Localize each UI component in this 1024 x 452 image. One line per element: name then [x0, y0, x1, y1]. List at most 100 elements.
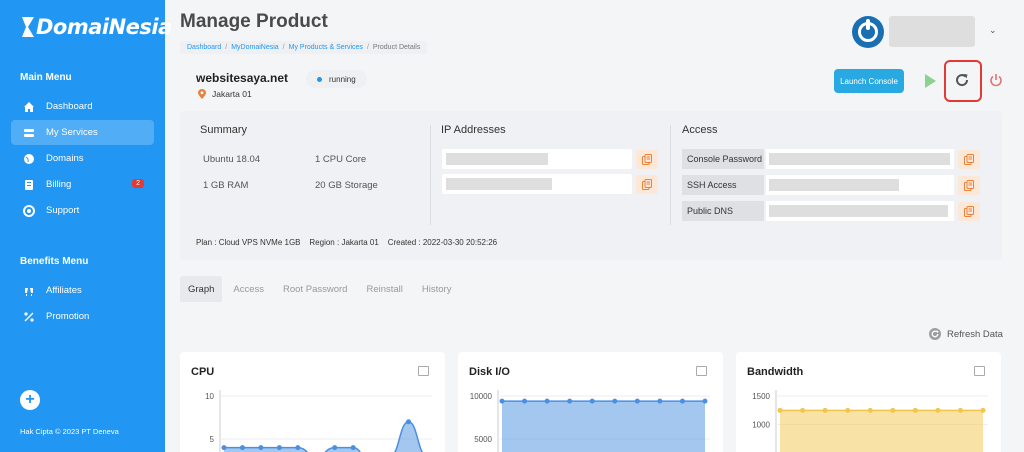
sidebar-item-promotion[interactable]: Promotion	[11, 304, 154, 329]
data-point	[845, 407, 851, 413]
data-point	[295, 445, 301, 451]
console-password-value[interactable]	[766, 149, 954, 169]
data-point	[777, 407, 783, 413]
sidebar-item-label: Affiliates	[46, 285, 82, 296]
avatar[interactable]	[852, 16, 884, 48]
tab-access[interactable]: Access	[225, 276, 272, 302]
copy-ip-button[interactable]	[636, 175, 658, 194]
plan-value: Cloud VPS NVMe 1GB	[218, 238, 301, 247]
ip-address-redacted	[446, 153, 548, 165]
tab-reinstall[interactable]: Reinstall	[358, 276, 410, 302]
copy-icon	[964, 206, 974, 217]
copy-icon	[964, 180, 974, 191]
copy-icon	[964, 154, 974, 165]
chart-title: CPU	[191, 366, 215, 378]
data-point	[567, 398, 573, 404]
add-button[interactable]: +	[20, 390, 40, 410]
breadcrumb-mydomainesia[interactable]: MyDomaiNesia	[231, 44, 278, 51]
sidebar-item-label: Domains	[46, 153, 84, 164]
cpu-chart-card: CPU 10 5	[180, 352, 445, 452]
chevron-down-icon[interactable]: ⌄	[989, 25, 997, 36]
tab-root-password[interactable]: Root Password	[275, 276, 355, 302]
breadcrumb-products-services[interactable]: My Products & Services	[289, 44, 363, 51]
plan-details: Plan : Cloud VPS NVMe 1GB Region : Jakar…	[196, 238, 497, 247]
expand-icon[interactable]	[974, 366, 985, 376]
promotion-icon	[24, 311, 34, 322]
start-icon[interactable]	[925, 74, 936, 88]
copy-icon	[642, 154, 652, 165]
data-point	[589, 398, 595, 404]
ssh-access-value[interactable]	[766, 175, 954, 195]
launch-console-button[interactable]: Launch Console	[834, 69, 904, 93]
benefits-menu-title: Benefits Menu	[20, 256, 89, 267]
bandwidth-chart: 1500 1000	[752, 390, 988, 452]
redacted-value	[769, 179, 899, 191]
copy-public-dns-button[interactable]	[958, 202, 980, 221]
logo-icon	[22, 17, 34, 37]
affiliates-icon	[25, 287, 33, 296]
logo[interactable]: DomaiNesia	[20, 14, 172, 40]
copy-ip-button[interactable]	[636, 150, 658, 169]
data-point	[499, 398, 505, 404]
data-point	[702, 398, 708, 404]
data-point	[980, 407, 986, 413]
refresh-label: Refresh Data	[947, 328, 1003, 340]
main-menu-title: Main Menu	[20, 72, 72, 83]
restart-icon[interactable]	[954, 72, 970, 88]
cpu-chart: 10 5	[205, 390, 432, 452]
billing-icon	[25, 179, 33, 190]
sidebar-item-my-services[interactable]: My Services	[11, 120, 154, 145]
expand-icon[interactable]	[418, 366, 429, 376]
data-point	[612, 398, 618, 404]
tab-graph[interactable]: Graph	[180, 276, 223, 302]
breadcrumb-separator: /	[225, 44, 228, 51]
sidebar-item-dashboard[interactable]: Dashboard	[11, 94, 154, 119]
data-point	[679, 398, 685, 404]
created-value: 2022-03-30 20:52:26	[422, 238, 498, 247]
data-point	[890, 407, 896, 413]
ip-address-redacted	[446, 178, 552, 190]
tab-history[interactable]: History	[414, 276, 460, 302]
chart-title: Disk I/O	[469, 366, 510, 378]
sidebar-item-affiliates[interactable]: Affiliates	[11, 278, 154, 303]
y-tick-label: 1500	[752, 392, 770, 401]
access-title: Access	[682, 124, 718, 136]
data-point	[800, 407, 806, 413]
refresh-data-button[interactable]: Refresh Data	[929, 328, 1003, 340]
data-point	[239, 445, 245, 451]
billing-badge: 2	[132, 179, 144, 188]
public-dns-value[interactable]	[766, 201, 954, 221]
product-location: Jakarta 01	[198, 89, 252, 99]
copy-ssh-access-button[interactable]	[958, 176, 980, 195]
sidebar-item-domains[interactable]: Domains	[11, 146, 154, 171]
product-hostname: websitesaya.net	[196, 71, 289, 85]
data-point	[522, 398, 528, 404]
cpu-value: 1 CPU Core	[315, 154, 367, 165]
redacted-value	[769, 205, 948, 217]
ip-address-row[interactable]	[442, 149, 632, 169]
sidebar-item-support[interactable]: Support	[11, 198, 154, 223]
power-icon[interactable]	[989, 73, 1003, 87]
data-point	[822, 407, 828, 413]
console-password-label: Console Password	[682, 149, 764, 169]
breadcrumb-dashboard[interactable]: Dashboard	[187, 44, 221, 51]
sidebar: DomaiNesia Main Menu Dashboard My Servic…	[0, 0, 172, 452]
sidebar-item-label: My Services	[46, 127, 98, 138]
region-label: Region :	[309, 238, 340, 247]
status-label: running	[329, 74, 356, 84]
location-pin-icon	[198, 89, 206, 99]
disk-io-chart: 10000 5000	[470, 390, 710, 452]
ram-value: 1 GB RAM	[203, 180, 249, 191]
user-name-box[interactable]	[889, 16, 975, 47]
expand-icon[interactable]	[696, 366, 707, 376]
sidebar-item-billing[interactable]: Billing 2	[11, 172, 154, 197]
refresh-icon	[929, 328, 941, 340]
services-icon	[24, 128, 34, 137]
y-tick-label: 1000	[752, 421, 770, 430]
copy-console-password-button[interactable]	[958, 150, 980, 169]
sidebar-item-label: Dashboard	[46, 101, 93, 112]
ip-address-row[interactable]	[442, 174, 632, 194]
logo-text: DomaiNesia	[36, 15, 172, 39]
breadcrumb-separator: /	[282, 44, 285, 51]
sidebar-item-label: Billing	[46, 179, 72, 190]
